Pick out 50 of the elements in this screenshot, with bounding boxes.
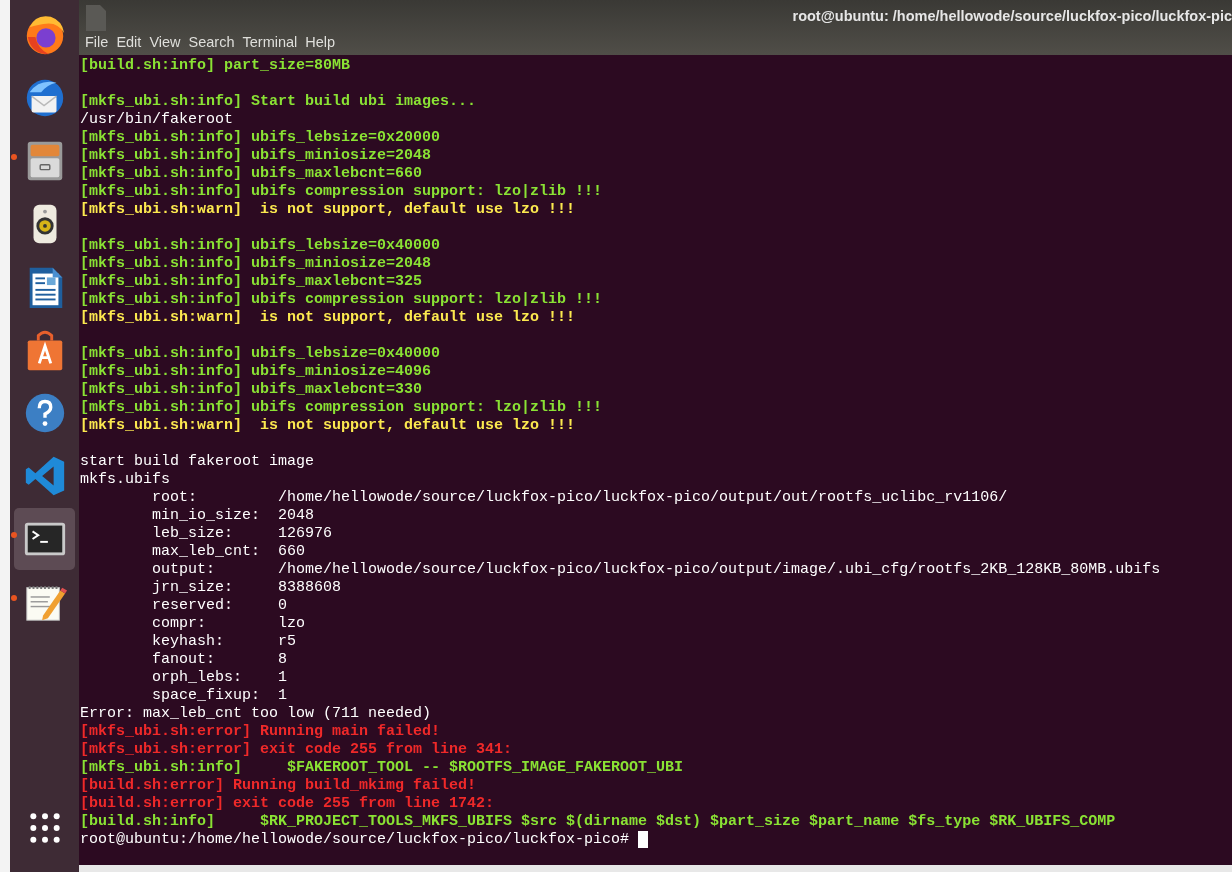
output-line: /usr/bin/fakeroot [80, 111, 234, 129]
output-line: fanout: 8 [151, 651, 288, 669]
output-line: [mkfs_ubi.sh:info] Start build ubi images... [80, 93, 477, 111]
output-line: [mkfs_ubi.sh:info] ubifs compression support: lzo|zlib !!! [80, 291, 603, 309]
menu-item[interactable]: Edit [112, 34, 146, 50]
output-line: mkfs.ubifs [80, 471, 170, 489]
output-line: space_fixup: 1 [151, 687, 288, 705]
output-line: output: /home/hellowode/source/luckfox-pico/luckfox-pico/output/image/.ubi_cfg/rootfs_2KB_128KB_80MB.ubifs [151, 561, 1161, 579]
output-line: compr: lzo [151, 615, 306, 633]
output-line: keyhash: r5 [151, 633, 297, 651]
output-line: [mkfs_ubi.sh:info] ubifs_lebsize=0x40000 [80, 237, 441, 255]
output-line: [mkfs_ubi.sh:error] Running main failed! [80, 723, 441, 741]
menu-item[interactable]: Help [301, 34, 340, 50]
output-line: [mkfs_ubi.sh:info] ubifs compression support: lzo|zlib !!! [80, 183, 603, 201]
menu-item[interactable]: Terminal [238, 34, 302, 50]
output-line: [mkfs_ubi.sh:error] exit code 255 from line 341: [80, 741, 513, 759]
menu-item[interactable]: View [145, 34, 185, 50]
menu-item[interactable]: Search [184, 34, 239, 50]
output-line: reserved: 0 [151, 597, 288, 615]
output-line: jrn_size: 8388608 [151, 579, 342, 597]
output-line: [mkfs_ubi.sh:info] ubifs_miniosize=4096 [80, 363, 432, 381]
output-line: [mkfs_ubi.sh:info] ubifs_lebsize=0x40000 [80, 345, 441, 363]
menu-item[interactable]: File [81, 34, 113, 50]
output-line: [mkfs_ubi.sh:warn] is not support, default use lzo !!! [80, 417, 576, 435]
output-line: [mkfs_ubi.sh:info] $FAKEROOT_TOOL -- $ROOTFS_IMAGE_FAKEROOT_UBI [80, 759, 684, 777]
output-line: [mkfs_ubi.sh:info] ubifs_maxlebcnt=325 [80, 273, 423, 291]
output-line: [mkfs_ubi.sh:info] ubifs_miniosize=2048 [80, 255, 432, 273]
window-title: root@ubuntu: /home/hellowode/source/luckfox-pico/luckfox-pic [792, 8, 1232, 24]
output-line: [build.sh:info] part_size=80MB [80, 57, 351, 75]
shell-prompt: root@ubuntu:/home/hellowode/source/luckfox-pico/luckfox-pico# [80, 831, 631, 849]
output-line: [mkfs_ubi.sh:info] ubifs compression support: lzo|zlib !!! [80, 399, 603, 417]
output-line: Error: max_leb_cnt too low (711 needed) [80, 705, 432, 723]
output-line: [mkfs_ubi.sh:warn] is not support, default use lzo !!! [80, 201, 576, 219]
text-cursor [638, 831, 649, 848]
output-line: [mkfs_ubi.sh:warn] is not support, default use lzo !!! [80, 309, 576, 327]
output-line: start build fakeroot image [80, 453, 315, 471]
output-line: leb_size: 126976 [151, 525, 333, 543]
output-line: [build.sh:info] $RK_PROJECT_TOOLS_MKFS_UBIFS $src $(dirname $dst) $part_size $part_name $fs_type $RK_UBIFS_COMP [80, 813, 1116, 831]
output-line: [mkfs_ubi.sh:info] ubifs_miniosize=2048 [80, 147, 432, 165]
output-line: [mkfs_ubi.sh:info] ubifs_lebsize=0x20000 [80, 129, 441, 147]
output-line: [build.sh:error] Running build_mkimg failed! [80, 777, 477, 795]
output-line: [mkfs_ubi.sh:info] ubifs_maxlebcnt=660 [80, 165, 423, 183]
output-line: min_io_size: 2048 [151, 507, 315, 525]
output-line: root: /home/hellowode/source/luckfox-pico/luckfox-pico/output/out/rootfs_uclibc_rv1106/ [151, 489, 1008, 507]
output-line: [build.sh:error] exit code 255 from line 1742: [80, 795, 495, 813]
dock-item[interactable] [14, 508, 75, 570]
output-line: orph_lebs: 1 [151, 669, 288, 687]
output-line: [mkfs_ubi.sh:info] ubifs_maxlebcnt=330 [80, 381, 423, 399]
document-icon [85, 4, 107, 32]
output-line: max_leb_cnt: 660 [151, 543, 306, 561]
